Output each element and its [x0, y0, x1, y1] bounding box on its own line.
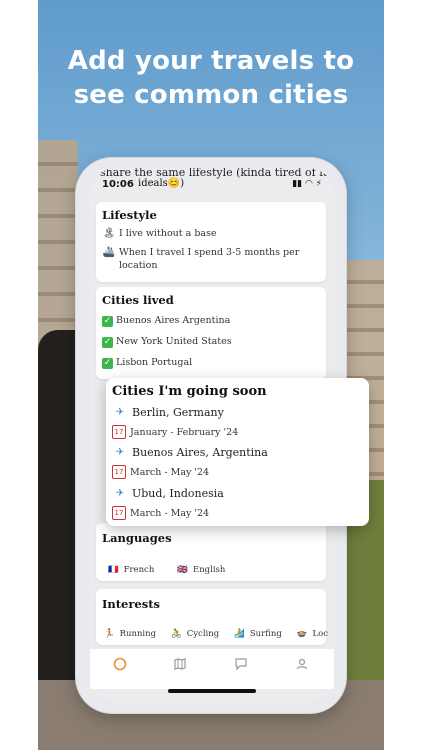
ship-icon: 🚢 — [102, 247, 116, 258]
airplane-icon: ✈ — [115, 447, 125, 458]
trip-city: ✈ Buenos Aires, Argentina — [112, 446, 268, 459]
trip-dates: 17 March - May '24 — [112, 506, 209, 520]
bio-text-cut-2: ideals😊) — [138, 178, 185, 189]
running-icon: 🏃 — [104, 629, 115, 639]
lifestyle-item: 🏝 I live without a base — [102, 228, 317, 239]
city-lived-label: Buenos Aires Argentina — [116, 315, 231, 326]
surfing-icon: 🏄 — [234, 629, 245, 639]
calendar-icon: 17 — [112, 425, 126, 439]
interest-label: Cycling — [186, 629, 220, 639]
languages-list: 🇫🇷 French 🇬🇧 English — [108, 557, 243, 576]
trip-city: ✈ Ubud, Indonesia — [112, 487, 224, 500]
tab-map[interactable] — [170, 657, 190, 677]
lifestyle-title: Lifestyle — [102, 208, 157, 222]
tab-chat[interactable] — [231, 657, 251, 677]
airplane-icon: ✈ — [115, 488, 125, 499]
interest-chip: 🏃 Running — [104, 629, 156, 639]
interests-list: 🏃 Running 🚴 Cycling 🏄 Surfing 🍲 Local S — [104, 621, 328, 640]
map-icon — [174, 658, 186, 670]
lifestyle-item-text: I live without a base — [119, 228, 217, 239]
cycling-icon: 🚴 — [171, 629, 182, 639]
tab-bar — [90, 649, 334, 689]
interest-label: Local S — [312, 629, 329, 639]
lifestyle-item-text: When I travel I spend 3-5 months per loc… — [119, 247, 300, 271]
trip-dates-label: March - May '24 — [130, 507, 210, 519]
interest-chip: 🚴 Cycling — [171, 629, 219, 639]
status-time: 10:06 — [102, 179, 134, 190]
trip-city-label: Berlin, Germany — [132, 406, 224, 419]
trip-dates: 17 January - February '24 — [112, 425, 238, 439]
city-lived-item: ✓ New York United States — [102, 336, 232, 348]
checkmark-icon: ✓ — [102, 358, 113, 369]
language-chip: 🇫🇷 French — [108, 565, 154, 575]
flag-uk-icon: 🇬🇧 — [177, 565, 188, 575]
checkmark-icon: ✓ — [102, 316, 113, 327]
home-indicator[interactable] — [168, 689, 256, 693]
profile-icon — [296, 658, 308, 670]
language-chip: 🇬🇧 English — [177, 565, 225, 575]
trip-dates-label: January - February '24 — [130, 426, 239, 438]
headline: Add your travels to see common cities — [67, 46, 355, 110]
trip-dates: 17 March - May '24 — [112, 465, 209, 479]
airplane-icon: ✈ — [115, 407, 125, 418]
trip-city: ✈ Berlin, Germany — [112, 406, 224, 419]
calendar-icon: 17 — [112, 506, 126, 520]
interest-label: Surfing — [249, 629, 282, 639]
margin-left — [0, 0, 38, 750]
languages-title: Languages — [102, 531, 172, 545]
tab-home[interactable] — [110, 657, 130, 677]
language-label: English — [192, 565, 226, 575]
lifestyle-card: Lifestyle 🏝 I live without a base 🚢 When… — [96, 202, 326, 282]
going-soon-title: Cities I'm going soon — [112, 384, 267, 399]
interest-label: Running — [119, 629, 157, 639]
checkmark-icon: ✓ — [102, 337, 113, 348]
trip-city-label: Ubud, Indonesia — [132, 487, 224, 500]
cities-lived-title: Cities lived — [102, 293, 174, 307]
lifestyle-item: 🚢 When I travel I spend 3-5 months per l… — [102, 246, 317, 272]
trip-city-label: Buenos Aires, Argentina — [132, 446, 268, 459]
city-lived-label: Lisbon Portugal — [116, 357, 193, 368]
city-lived-item: ✓ Lisbon Portugal — [102, 357, 192, 369]
city-lived-item: ✓ Buenos Aires Argentina — [102, 315, 230, 327]
languages-card: Languages 🇫🇷 French 🇬🇧 English — [96, 523, 326, 581]
interests-card: Interests 🏃 Running 🚴 Cycling 🏄 Surfing … — [96, 589, 328, 645]
cities-lived-card: Cities lived ✓ Buenos Aires Argentina ✓ … — [96, 287, 326, 379]
status-icons: ▮▮ ◠ ⚡ — [292, 179, 322, 189]
trip-dates-label: March - May '24 — [130, 466, 210, 478]
food-icon: 🍲 — [296, 629, 308, 639]
island-icon: 🏝 — [102, 228, 116, 239]
home-icon — [113, 657, 127, 671]
chat-icon — [235, 658, 247, 671]
calendar-icon: 17 — [112, 465, 126, 479]
flag-france-icon: 🇫🇷 — [108, 565, 119, 575]
going-soon-card: Cities I'm going soon ✈ Berlin, Germany … — [106, 378, 369, 526]
margin-right — [384, 0, 422, 750]
language-label: French — [123, 565, 155, 575]
tab-profile[interactable] — [292, 657, 312, 677]
status-bar: 10:06 ideals😊) ▮▮ ◠ ⚡ — [90, 178, 334, 194]
interest-chip: 🏄 Surfing — [234, 629, 282, 639]
interest-chip: 🍲 Local S — [297, 629, 328, 639]
city-lived-label: New York United States — [116, 336, 232, 347]
interests-title: Interests — [102, 597, 161, 611]
